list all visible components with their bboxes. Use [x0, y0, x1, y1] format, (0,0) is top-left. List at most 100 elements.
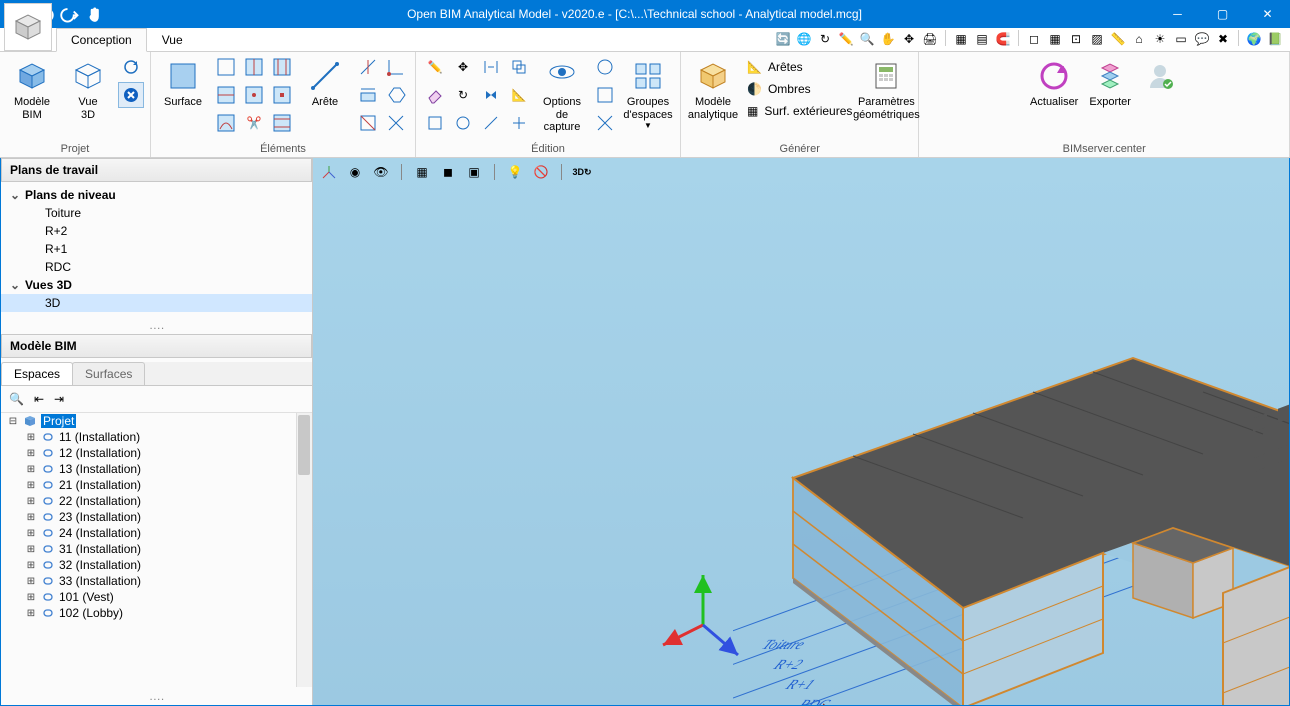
edit-copy-icon[interactable]	[506, 54, 532, 80]
dotted-icon[interactable]: ⊡	[1067, 30, 1085, 48]
edit-erase-icon[interactable]	[422, 82, 448, 108]
vp-perspective-icon[interactable]: ◉	[345, 162, 365, 182]
modele-analytique-button[interactable]: Modèle analytique	[687, 54, 739, 123]
globe-icon[interactable]: 🌐	[795, 30, 813, 48]
speech-icon[interactable]: 💬	[1193, 30, 1211, 48]
surf-tool-2[interactable]	[241, 54, 267, 80]
config-icon[interactable]: 📗	[1266, 30, 1284, 48]
selection-icon[interactable]: ◻	[1025, 30, 1043, 48]
view-3d[interactable]: 3D	[1, 294, 312, 312]
edit-align-icon[interactable]	[478, 54, 504, 80]
surf-tool-6[interactable]	[269, 82, 295, 108]
maximize-button[interactable]: ▢	[1200, 0, 1245, 28]
space-item[interactable]: ⊞23 (Installation)	[1, 509, 312, 525]
edit-t12[interactable]	[506, 110, 532, 136]
surf-tool-3[interactable]	[269, 54, 295, 80]
mesh-icon[interactable]: ▦	[1046, 30, 1064, 48]
arete-button[interactable]: Arête	[299, 54, 351, 111]
surf-tool-7[interactable]	[213, 110, 239, 136]
panel-splitter-2[interactable]: ….	[1, 687, 312, 705]
options-capture-button[interactable]: Options de capture	[536, 54, 588, 136]
vp-light-icon[interactable]: 💡	[505, 162, 525, 182]
window-icon[interactable]: ▭	[1172, 30, 1190, 48]
level-r2[interactable]: R+2	[1, 222, 312, 240]
close-button[interactable]: ✕	[1245, 0, 1290, 28]
zoom-icon[interactable]: 🔍	[858, 30, 876, 48]
panel-splitter[interactable]: ….	[1, 316, 312, 334]
stop-icon[interactable]	[118, 82, 144, 108]
exporter-button[interactable]: Exporter	[1084, 54, 1136, 111]
tab-espaces[interactable]: Espaces	[1, 362, 73, 385]
vp-3d-icon[interactable]: 3D↻	[572, 162, 592, 182]
app-menu-button[interactable]	[4, 3, 52, 51]
cancel-icon[interactable]: ✖	[1214, 30, 1232, 48]
print-icon[interactable]: 🖨	[921, 30, 939, 48]
hand-icon[interactable]	[86, 4, 106, 24]
magnet-icon[interactable]: 🧲	[994, 30, 1012, 48]
redo-icon[interactable]	[60, 4, 80, 24]
edit-t11[interactable]	[478, 110, 504, 136]
axis-gizmo[interactable]	[653, 565, 753, 665]
ruler-icon[interactable]: 📏	[1109, 30, 1127, 48]
space-item[interactable]: ⊞31 (Installation)	[1, 541, 312, 557]
vp-wire-icon[interactable]: ▣	[464, 162, 484, 182]
tab-conception[interactable]: Conception	[56, 28, 147, 52]
space-item[interactable]: ⊞22 (Installation)	[1, 493, 312, 509]
home-icon[interactable]: ⌂	[1130, 30, 1148, 48]
sun-icon[interactable]: ☀	[1151, 30, 1169, 48]
pan-icon[interactable]: ✋	[879, 30, 897, 48]
space-item[interactable]: ⊞21 (Installation)	[1, 477, 312, 493]
vp-hide-icon[interactable]: 🚫	[531, 162, 551, 182]
reload-icon[interactable]	[118, 54, 144, 80]
vue3d-button[interactable]: Vue 3D	[62, 54, 114, 123]
capt-1[interactable]	[592, 54, 618, 80]
tab-surfaces[interactable]: Surfaces	[72, 362, 145, 385]
space-item[interactable]: ⊞11 (Installation)	[1, 429, 312, 445]
minimize-button[interactable]: ─	[1155, 0, 1200, 28]
edge-tool-5[interactable]	[355, 110, 381, 136]
edit-t9[interactable]	[422, 110, 448, 136]
vp-visibility-icon[interactable]: 👁	[371, 162, 391, 182]
surf-tool-9[interactable]	[269, 110, 295, 136]
level-rdc[interactable]: RDC	[1, 258, 312, 276]
surf-tool-4[interactable]	[213, 82, 239, 108]
expand-icon[interactable]: ⇥	[54, 392, 64, 406]
vp-faces-icon[interactable]: ◼	[438, 162, 458, 182]
level-r1[interactable]: R+1	[1, 240, 312, 258]
surf-tool-1[interactable]	[213, 54, 239, 80]
3d-viewport[interactable]: ◉ 👁 ▦ ◼ ▣ 💡 🚫 3D↻	[313, 158, 1289, 705]
collapse-icon[interactable]: ⇤	[34, 392, 44, 406]
edit-mirror-icon[interactable]	[478, 82, 504, 108]
edit-measure-icon[interactable]: 📐	[506, 82, 532, 108]
vp-axes-icon[interactable]	[319, 162, 339, 182]
edge-tool-3[interactable]	[355, 82, 381, 108]
user-button[interactable]	[1140, 54, 1180, 98]
refresh-icon[interactable]: ↻	[816, 30, 834, 48]
tab-vue[interactable]: Vue	[147, 28, 198, 51]
help-icon[interactable]: 🌍	[1245, 30, 1263, 48]
vues3d-node[interactable]: ⌄Vues 3D	[1, 276, 312, 294]
space-item[interactable]: ⊞33 (Installation)	[1, 573, 312, 589]
edit-pencil-icon[interactable]: ✏️	[422, 54, 448, 80]
capt-2[interactable]	[592, 82, 618, 108]
edge-tool-2[interactable]	[383, 54, 409, 80]
orbit-icon[interactable]: 🔄	[774, 30, 792, 48]
edit-t10[interactable]	[450, 110, 476, 136]
space-item[interactable]: ⊞13 (Installation)	[1, 461, 312, 477]
space-item[interactable]: ⊞32 (Installation)	[1, 557, 312, 573]
edit-rotate-icon[interactable]: ↻	[450, 82, 476, 108]
space-item[interactable]: ⊞24 (Installation)	[1, 525, 312, 541]
space-item[interactable]: ⊞102 (Lobby)	[1, 605, 312, 621]
scrollbar[interactable]	[296, 413, 312, 687]
hatched-icon[interactable]: ▨	[1088, 30, 1106, 48]
vp-edges-icon[interactable]: ▦	[412, 162, 432, 182]
layers-icon[interactable]: ▤	[973, 30, 991, 48]
space-item[interactable]: ⊞101 (Vest)	[1, 589, 312, 605]
grid-icon[interactable]: ▦	[952, 30, 970, 48]
draw-icon[interactable]: ✏️	[837, 30, 855, 48]
tree-root-projet[interactable]: ⊟ Projet	[1, 413, 312, 429]
space-item[interactable]: ⊞12 (Installation)	[1, 445, 312, 461]
cut-icon[interactable]: ✂️	[241, 110, 267, 136]
level-toiture[interactable]: Toiture	[1, 204, 312, 222]
edge-tool-1[interactable]	[355, 54, 381, 80]
